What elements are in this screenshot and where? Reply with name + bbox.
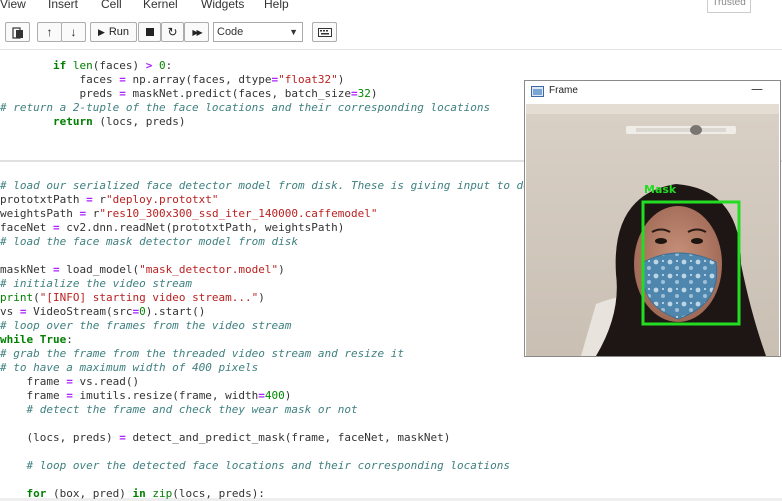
trusted-badge[interactable]: Trusted	[707, 0, 751, 13]
frame-title: Frame	[549, 85, 578, 96]
code-lines: if len(faces) > 0: faces = np.array(face…	[0, 59, 491, 128]
cell-type-select[interactable]: Code ▼	[213, 22, 303, 42]
menubar: View Insert Cell Kernel Widgets Help Tru…	[0, 0, 782, 16]
paste-button[interactable]	[5, 22, 30, 42]
frame-window[interactable]: Frame — Mask	[524, 80, 781, 357]
fast-forward-button[interactable]: ▶▶	[184, 22, 209, 42]
arrow-up-icon: ↑	[46, 25, 53, 39]
menu-view[interactable]: View	[0, 0, 26, 11]
interrupt-button[interactable]	[138, 22, 161, 42]
command-palette-button[interactable]	[312, 22, 337, 42]
menu-widgets[interactable]: Widgets	[201, 0, 244, 11]
menu-kernel[interactable]: Kernel	[143, 0, 178, 11]
restart-button[interactable]: ↻	[161, 22, 184, 42]
webcam-image: Mask	[526, 104, 779, 356]
keyboard-icon	[317, 27, 332, 37]
frame-titlebar[interactable]: Frame —	[525, 81, 780, 103]
mask-label: Mask	[644, 183, 677, 196]
move-up-button[interactable]: ↑	[37, 22, 62, 42]
paste-icon	[11, 26, 23, 39]
webcam-scene: Mask	[526, 104, 779, 356]
code-lines: # load our serialized face detector mode…	[0, 179, 544, 500]
window-app-icon	[531, 86, 544, 97]
arrow-down-icon: ↓	[70, 25, 77, 39]
restart-icon: ↻	[167, 25, 178, 39]
move-down-button[interactable]: ↓	[61, 22, 86, 42]
minimize-icon[interactable]: —	[751, 82, 763, 96]
chevron-down-icon: ▼	[289, 27, 298, 37]
fast-forward-icon: ▶▶	[192, 27, 202, 37]
menu-help[interactable]: Help	[264, 0, 289, 11]
toolbar: ↑ ↓ ▶ Run ↻ ▶▶ Code ▼	[0, 16, 782, 50]
cell-type-value: Code	[217, 26, 244, 38]
play-icon: ▶	[97, 26, 105, 37]
menu-cell[interactable]: Cell	[101, 0, 122, 11]
menu-insert[interactable]: Insert	[48, 0, 78, 11]
run-label: Run	[108, 26, 130, 38]
stop-icon	[145, 28, 154, 36]
run-button[interactable]: ▶ Run	[90, 22, 137, 42]
